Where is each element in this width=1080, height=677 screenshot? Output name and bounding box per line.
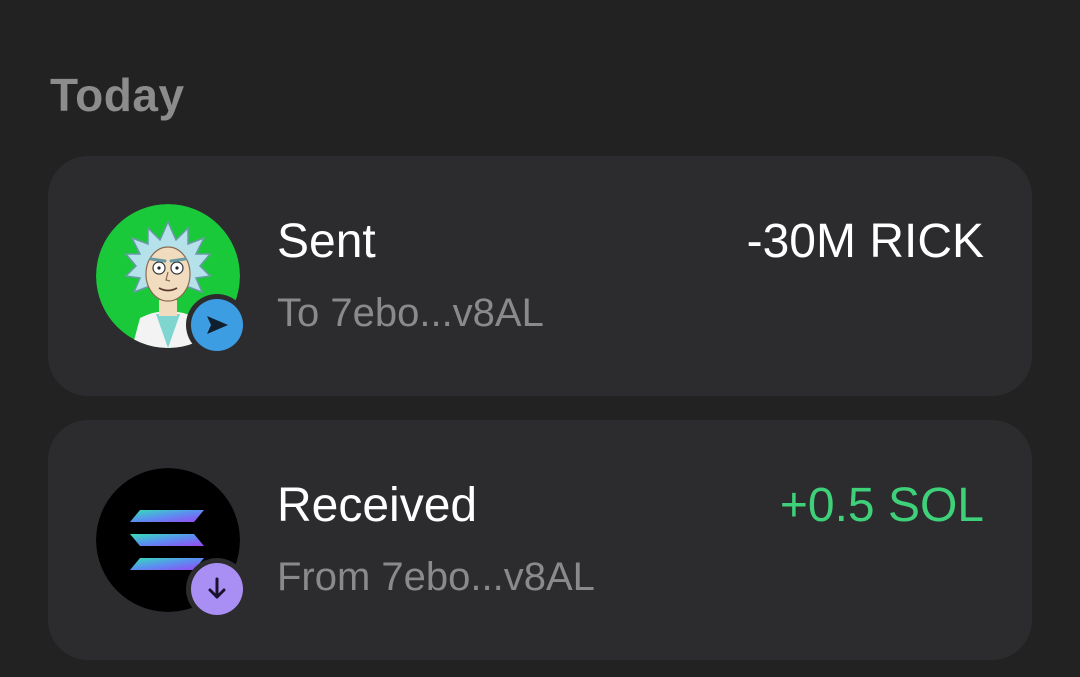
transaction-type-label: Sent bbox=[277, 215, 376, 268]
transaction-row-sent[interactable]: Sent To 7ebo...v8AL -30M RICK bbox=[48, 156, 1032, 396]
transaction-amount: +0.5 SOL bbox=[779, 479, 984, 532]
send-arrow-icon bbox=[191, 299, 243, 351]
token-avatar bbox=[96, 204, 248, 356]
transaction-amount: -30M RICK bbox=[746, 215, 984, 268]
badge bbox=[186, 294, 248, 356]
section-title-today: Today bbox=[50, 69, 185, 121]
badge bbox=[186, 558, 248, 620]
token-avatar bbox=[96, 468, 248, 620]
arrow-down-icon bbox=[191, 563, 243, 615]
transaction-counterparty: To 7ebo...v8AL bbox=[277, 291, 544, 335]
transaction-counterparty: From 7ebo...v8AL bbox=[277, 555, 595, 599]
activity-screen: Today Sent To 7ebo...v8AL -30M RICK Rece… bbox=[0, 0, 1080, 677]
transaction-type-label: Received bbox=[277, 479, 478, 532]
transaction-row-received[interactable]: Received From 7ebo...v8AL +0.5 SOL bbox=[48, 420, 1032, 660]
